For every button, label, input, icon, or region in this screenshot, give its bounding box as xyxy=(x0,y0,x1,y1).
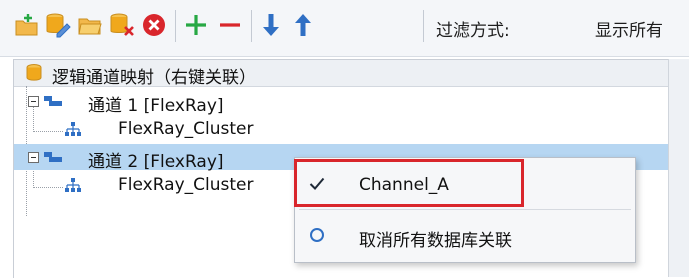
tree-header-title: 逻辑通道映射（右键关联） xyxy=(52,68,256,88)
filter-label: 过滤方式: xyxy=(436,21,510,41)
channel-icon xyxy=(44,96,62,106)
edit-database-icon[interactable] xyxy=(45,12,71,38)
menu-separator xyxy=(299,209,631,210)
menu-item-label: 取消所有数据库关联 xyxy=(359,231,512,251)
collapse-toggle[interactable] xyxy=(28,152,39,163)
tree-header: 逻辑通道映射（右键关联） xyxy=(14,60,669,88)
add-folder-icon[interactable] xyxy=(14,12,40,38)
tree-node-label: 通道 2 [FlexRay] xyxy=(88,152,224,172)
tree-node-label: 通道 1 [FlexRay] xyxy=(88,96,224,116)
collapse-toggle[interactable] xyxy=(28,96,39,107)
minus-icon[interactable] xyxy=(217,12,243,38)
tree-node-cluster-1[interactable]: FlexRay_Cluster xyxy=(14,116,669,142)
radio-icon xyxy=(310,228,324,242)
database-icon xyxy=(26,64,42,81)
arrow-up-icon[interactable] xyxy=(290,12,316,38)
vertical-scrollbar[interactable] xyxy=(668,59,689,277)
tree-node-channel-1[interactable]: 通道 1 [FlexRay] xyxy=(14,88,669,116)
delete-database-icon[interactable] xyxy=(109,12,135,38)
tree-node-label: FlexRay_Cluster xyxy=(118,119,254,139)
open-folder-icon[interactable] xyxy=(77,12,103,38)
menu-item-clear-associations[interactable]: 取消所有数据库关联 xyxy=(295,213,635,259)
filter-dropdown[interactable]: 显示所有 xyxy=(595,16,663,41)
cluster-icon xyxy=(65,122,81,136)
plus-icon[interactable] xyxy=(183,12,209,38)
highlight-annotation xyxy=(294,159,524,207)
close-circle-icon[interactable] xyxy=(141,12,167,38)
channel-icon xyxy=(44,152,62,162)
cluster-icon xyxy=(65,178,81,192)
toolbar: 过滤方式: 显示所有 xyxy=(0,0,689,57)
tree-node-label: FlexRay_Cluster xyxy=(118,175,254,195)
arrow-down-icon[interactable] xyxy=(258,12,284,38)
